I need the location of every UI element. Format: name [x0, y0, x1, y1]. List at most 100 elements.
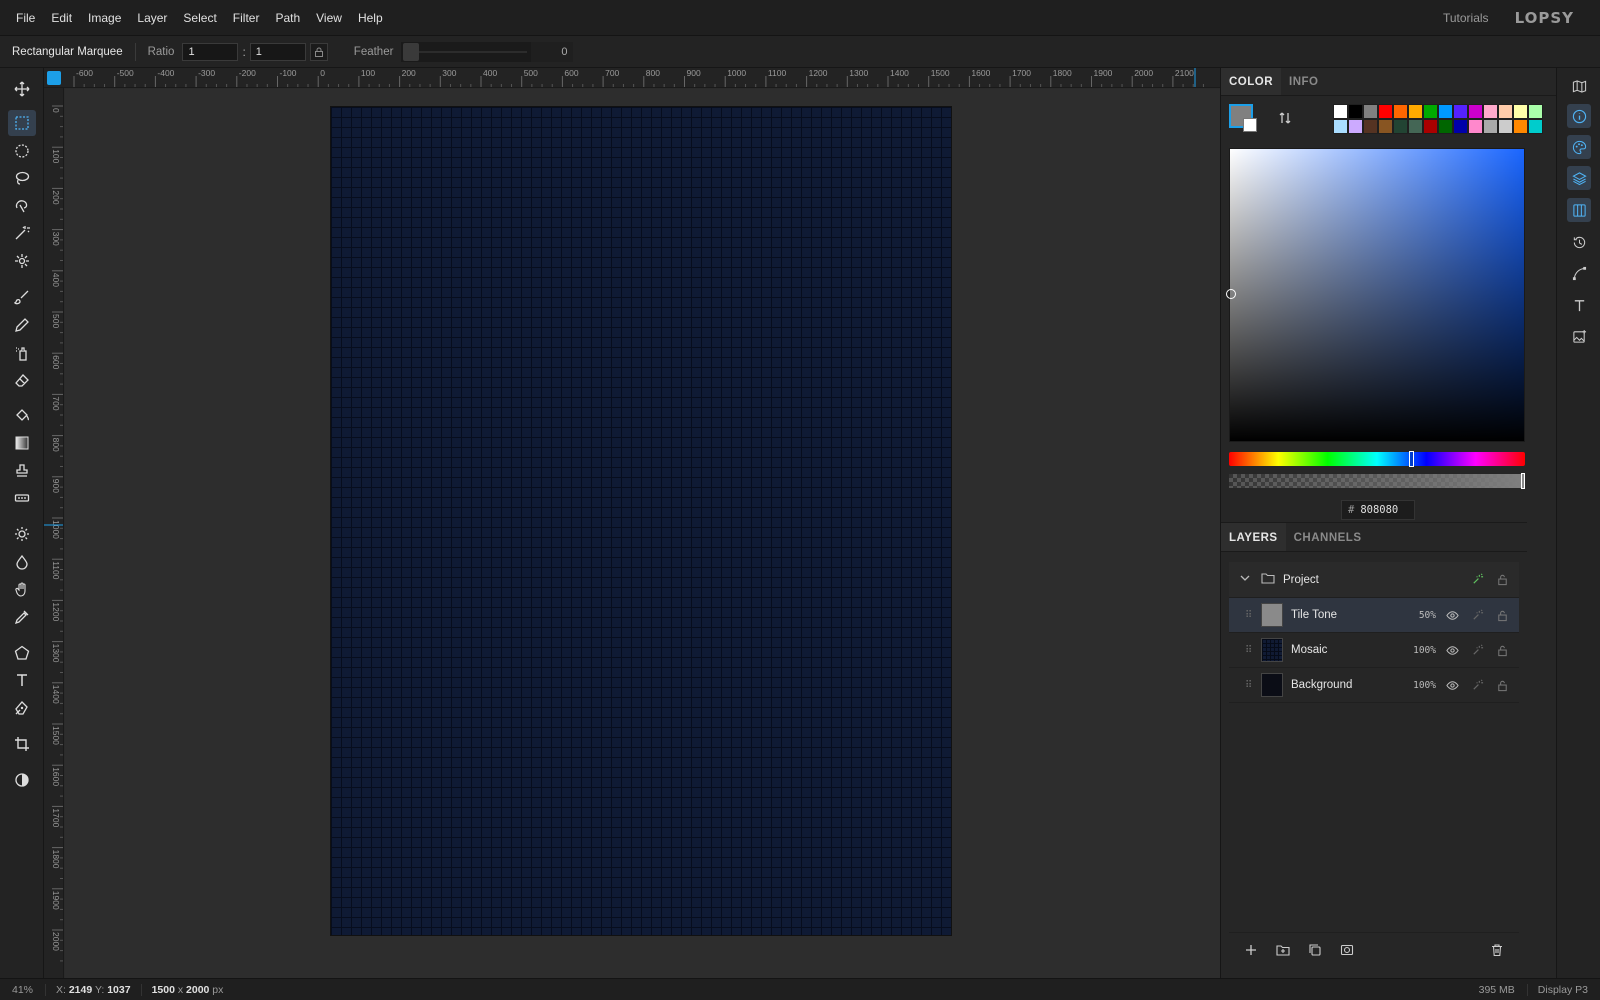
canvas-viewport[interactable] [65, 89, 1220, 978]
pencil-tool[interactable] [8, 312, 36, 338]
menu-file[interactable]: File [8, 0, 43, 36]
palette-swatch[interactable] [1393, 104, 1408, 119]
picker-cursor[interactable] [1226, 289, 1236, 299]
hue-slider-handle[interactable] [1409, 451, 1414, 467]
lasso-tool[interactable] [8, 165, 36, 191]
layers-panel-button[interactable] [1567, 166, 1591, 190]
tab-info[interactable]: INFO [1281, 68, 1326, 95]
lock-icon[interactable] [1494, 677, 1510, 693]
info-panel-button[interactable] [1567, 104, 1591, 128]
menu-select[interactable]: Select [175, 0, 224, 36]
palette-swatch[interactable] [1348, 119, 1363, 134]
duplicate-layer-button[interactable] [1305, 940, 1325, 960]
menu-layer[interactable]: Layer [129, 0, 175, 36]
contrast-tool[interactable] [8, 767, 36, 793]
feather-slider[interactable] [401, 41, 532, 62]
palette-swatch[interactable] [1453, 104, 1468, 119]
feather-slider-handle[interactable] [403, 42, 420, 61]
tab-layers[interactable]: LAYERS [1221, 523, 1286, 551]
lock-icon[interactable] [1494, 572, 1510, 588]
smudge-tool[interactable] [8, 576, 36, 602]
eyedropper-tool[interactable] [8, 604, 36, 630]
palette-swatch[interactable] [1378, 104, 1393, 119]
image-panel-button[interactable] [1567, 324, 1591, 348]
palette-swatch[interactable] [1438, 104, 1453, 119]
stamp-tool[interactable] [8, 458, 36, 484]
palette-swatch[interactable] [1363, 104, 1378, 119]
vertical-ruler[interactable]: 0 100 200 300 400 500 600 700 800 900 1000 1100 1200… [44, 88, 64, 978]
alpha-slider-handle[interactable] [1521, 473, 1525, 489]
palette-swatch[interactable] [1468, 104, 1483, 119]
layer-fx-icon[interactable] [1469, 642, 1485, 658]
lock-icon[interactable] [1494, 607, 1510, 623]
color-panel-button[interactable] [1567, 135, 1591, 159]
palette-swatch[interactable] [1528, 104, 1543, 119]
pen-tool[interactable] [8, 695, 36, 721]
tab-channels[interactable]: CHANNELS [1286, 523, 1370, 551]
eraser-tool[interactable] [8, 367, 36, 393]
drag-handle-icon[interactable]: ⠿ [1245, 645, 1255, 656]
navigator-button[interactable] [1567, 74, 1591, 98]
ruler-origin[interactable] [47, 71, 61, 85]
heal-tool[interactable] [8, 485, 36, 511]
menu-help[interactable]: Help [350, 0, 391, 36]
palette-swatch[interactable] [1528, 119, 1543, 134]
palette-swatch[interactable] [1348, 104, 1363, 119]
horizontal-ruler[interactable]: -600 -500 -400 -300 -200 -100 0 100 200 300 400 500… [44, 68, 1220, 88]
ratio-lock-button[interactable] [309, 42, 328, 61]
layer-row[interactable]: ⠿ Tile Tone 50% [1229, 598, 1519, 633]
layer-row[interactable]: ⠿ Background 100% [1229, 668, 1519, 703]
saturation-value-picker[interactable] [1226, 148, 1525, 442]
palette-swatch[interactable] [1498, 104, 1513, 119]
bucket-tool[interactable] [8, 402, 36, 428]
background-color-swatch[interactable] [1243, 118, 1257, 132]
character-panel-button[interactable] [1567, 293, 1591, 317]
palette-swatch[interactable] [1498, 119, 1513, 134]
rect-marquee-tool[interactable] [8, 110, 36, 136]
tab-color[interactable]: COLOR [1221, 68, 1282, 95]
palette-swatch[interactable] [1408, 104, 1423, 119]
palette-swatch[interactable] [1483, 104, 1498, 119]
channels-panel-button[interactable] [1567, 198, 1591, 222]
ratio-width-input[interactable] [182, 42, 239, 61]
layer-row[interactable]: ⠿ Mosaic 100% [1229, 633, 1519, 668]
palette-swatch[interactable] [1378, 119, 1393, 134]
drag-handle-icon[interactable]: ⠿ [1245, 610, 1255, 621]
add-mask-button[interactable] [1337, 940, 1357, 960]
hue-slider[interactable] [1229, 451, 1525, 467]
ellipse-marquee-tool[interactable] [8, 138, 36, 164]
magnetic-lasso-tool[interactable] [8, 193, 36, 219]
spray-tool[interactable] [8, 340, 36, 366]
burn-tool[interactable] [8, 549, 36, 575]
palette-swatch[interactable] [1513, 104, 1528, 119]
palette-swatch[interactable] [1393, 119, 1408, 134]
chevron-down-icon[interactable] [1239, 572, 1253, 587]
move-tool[interactable] [8, 76, 36, 102]
layer-fx-icon[interactable] [1469, 572, 1485, 588]
eye-icon[interactable] [1444, 642, 1460, 658]
delete-layer-button[interactable] [1487, 940, 1507, 960]
eye-icon[interactable] [1444, 607, 1460, 623]
menu-image[interactable]: Image [80, 0, 129, 36]
brush-tool[interactable] [8, 284, 36, 310]
layer-fx-icon[interactable] [1469, 677, 1485, 693]
add-layer-button[interactable] [1241, 940, 1261, 960]
tutorials-link[interactable]: Tutorials [1443, 11, 1489, 25]
lock-icon[interactable] [1494, 642, 1510, 658]
palette-swatch[interactable] [1483, 119, 1498, 134]
paths-panel-button[interactable] [1567, 261, 1591, 285]
menu-edit[interactable]: Edit [43, 0, 80, 36]
palette-swatch[interactable] [1468, 119, 1483, 134]
add-group-button[interactable] [1273, 940, 1293, 960]
palette-swatch[interactable] [1438, 119, 1453, 134]
document-canvas[interactable] [331, 107, 951, 935]
layer-group-row[interactable]: Project [1229, 562, 1519, 598]
feather-value[interactable]: 0 [531, 41, 574, 62]
zoom-level[interactable]: 41% [0, 983, 46, 996]
swap-colors-button[interactable] [1277, 110, 1293, 126]
palette-swatch[interactable] [1423, 119, 1438, 134]
palette-swatch[interactable] [1408, 119, 1423, 134]
palette-swatch[interactable] [1423, 104, 1438, 119]
layer-fx-icon[interactable] [1469, 607, 1485, 623]
palette-swatch[interactable] [1453, 119, 1468, 134]
